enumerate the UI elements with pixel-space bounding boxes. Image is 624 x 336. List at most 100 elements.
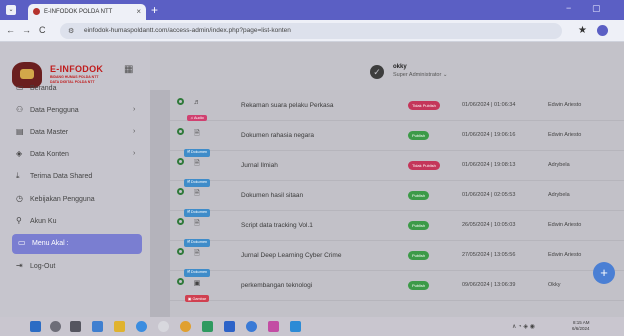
clock-date: 6/6/2024 — [572, 326, 590, 331]
table-row[interactable]: ▣ ▣ Gambar perkembangan teknologi Publish 09… — [170, 272, 624, 302]
status-badge: Publish — [408, 221, 430, 230]
tab-close-icon[interactable]: × — [136, 7, 141, 16]
os-taskbar: ∧ ◔ ◈ ◉ 8:15 AM 6/6/2024 — [0, 317, 624, 336]
status-badge: Publish — [408, 191, 430, 200]
table-row[interactable]: 🗎 🗎 Dokumen Jurnal Deep Learning Cyber Cri… — [170, 242, 624, 277]
sidebar-item-data-master[interactable]: ▤ Data Master › — [0, 123, 150, 143]
add-content-button[interactable]: + — [593, 262, 615, 284]
content-title[interactable]: perkembangan teknologi — [241, 282, 312, 289]
taskbar-clock[interactable]: 8:15 AM 6/6/2024 — [572, 320, 590, 332]
content-list-table: ♬ ♫ Audio Rekaman suara pelaku Perkasa Tida… — [170, 90, 624, 317]
task-view-icon[interactable] — [70, 321, 81, 332]
table-row[interactable]: 🗎 🗎 Dokumen Dokumen rahasia negara Publish 0… — [170, 122, 624, 157]
sidebar-item-data-pengguna[interactable]: ⚇ Data Pengguna › — [0, 101, 150, 121]
browser-tab[interactable]: E-INFODOK POLDA NTT × — [28, 4, 146, 20]
sidebar-item-label: Terima Data Shared — [30, 173, 93, 180]
app-icon-purple[interactable] — [268, 321, 279, 332]
akun-ku-icon: ⚲ — [16, 216, 22, 225]
file-explorer-icon[interactable] — [114, 321, 125, 332]
content-author: Edwin Ariesto — [548, 102, 582, 108]
chevron-right-icon: › — [133, 128, 136, 135]
status-badge: Tidak Publish — [408, 101, 440, 110]
file-type-icon: ▣ — [193, 280, 201, 287]
sidebar-item-akun-ku[interactable]: ⚲ Akun Ku — [0, 212, 150, 232]
content-author: Okky — [548, 282, 561, 288]
content-author: Edwin Ariesto — [548, 222, 582, 228]
sidebar: E-INFODOK BIDANG HUMAS POLDA NTT DATA DI… — [0, 42, 150, 317]
content-date: 27/05/2024 | 13:05:56 — [462, 252, 516, 258]
reload-icon[interactable]: C — [39, 25, 46, 35]
profile-avatar-icon[interactable] — [597, 25, 608, 36]
edge-browser-icon[interactable] — [136, 321, 147, 332]
mail-app-icon[interactable] — [92, 321, 103, 332]
content-type-cell: 🗎 🗎 Dokumen — [182, 189, 212, 217]
app-icon-blue[interactable] — [224, 321, 235, 332]
table-row[interactable]: ♬ ♫ Audio Rekaman suara pelaku Perkasa Tida… — [170, 92, 624, 121]
minimize-button[interactable]: − — [566, 3, 571, 13]
forward-icon[interactable]: → — [22, 25, 31, 35]
tab-title: E-INFODOK POLDA NTT — [44, 9, 113, 15]
content-type-badge: ♫ Audio — [187, 115, 207, 121]
status-badge: Publish — [408, 281, 430, 290]
content-type-cell: 🗎 🗎 Dokumen — [182, 249, 212, 277]
table-row[interactable]: 🗎 🗎 Dokumen Script data tracking Vol.1 Publ… — [170, 212, 624, 247]
system-tray-icons[interactable]: ∧ ◔ ◈ ◉ — [512, 323, 535, 330]
file-type-icon: ♬ — [193, 99, 201, 106]
sidebar-item-label: Log-Out — [30, 263, 56, 270]
table-row[interactable]: 🗎 🗎 Dokumen Dokumen hasil sitaan Publish 01/… — [170, 182, 624, 217]
sidebar-item-log-out[interactable]: ⇥ Log-Out — [0, 257, 150, 277]
sidebar-item-label: Akun Ku — [30, 218, 57, 225]
grid-menu-icon[interactable]: ▦ — [124, 64, 133, 75]
content-date: 01/06/2024 | 19:08:13 — [462, 162, 516, 168]
sidebar-item-label: Beranda — [30, 85, 57, 92]
back-icon[interactable]: ← — [6, 25, 15, 35]
app-icon-round[interactable] — [246, 321, 257, 332]
table-row[interactable]: 🗎 🗎 Dokumen Jurnal Ilmiah Tidak Publish 01/0… — [170, 152, 624, 187]
browser-tab-bar: ⌄ E-INFODOK POLDA NTT × + − ▢ — [0, 0, 624, 20]
file-type-icon: 🗎 — [194, 160, 200, 167]
windows-start-icon[interactable] — [30, 321, 41, 332]
sidebar-item-kebijakan-pengguna[interactable]: ◷ Kebijakan Pengguna — [0, 190, 150, 210]
site-info-icon[interactable]: ⚙ — [68, 27, 74, 35]
maximize-button[interactable]: ▢ — [592, 3, 601, 14]
beranda-icon: ▭ — [16, 83, 24, 92]
content-title[interactable]: Jurnal Deep Learning Cyber Crime — [241, 252, 341, 259]
firefox-browser-icon[interactable] — [180, 321, 191, 332]
sidebar-item-beranda[interactable]: ▭ Beranda — [0, 79, 150, 99]
user-role-dropdown[interactable]: Super Administrator ⌄ — [393, 72, 447, 78]
search-icon[interactable] — [50, 321, 61, 332]
app-icon-photos[interactable] — [290, 321, 301, 332]
content-author: Edwin Ariesto — [548, 252, 582, 258]
content-title[interactable]: Rekaman suara pelaku Perkasa — [241, 102, 334, 109]
favicon-icon — [33, 8, 40, 15]
check-circle-icon: ✓ — [370, 65, 384, 79]
user-name[interactable]: okky — [393, 64, 407, 70]
tab-menu-button[interactable]: ⌄ — [6, 5, 16, 15]
content-author: Edwin Ariesto — [548, 132, 582, 138]
content-type-cell: ▣ ▣ Gambar — [182, 279, 212, 302]
content-type-badge: ▣ Gambar — [184, 295, 210, 302]
content-date: 01/06/2024 | 02:05:53 — [462, 192, 516, 198]
main-content: ✓ okky Super Administrator ⌄ ♬ ♫ Audio Rek… — [150, 42, 624, 317]
content-date: 26/05/2024 | 10:05:03 — [462, 222, 516, 228]
bookmark-star-icon[interactable]: ★ — [578, 25, 587, 36]
sidebar-item-terima-data-shared[interactable]: ⤓ Terima Data Shared — [0, 167, 150, 187]
content-date: 09/06/2024 | 13:06:39 — [462, 282, 516, 288]
brand-name: E-INFODOK — [50, 64, 104, 74]
content-author: Adrybela — [548, 162, 570, 168]
terima-data-shared-icon: ⤓ — [16, 171, 20, 180]
content-title[interactable]: Dokumen hasil sitaan — [241, 192, 303, 199]
app-icon-green[interactable] — [202, 321, 213, 332]
new-tab-button[interactable]: + — [151, 3, 158, 17]
content-title[interactable]: Jurnal Ilmiah — [241, 162, 278, 169]
sidebar-item-data-konten[interactable]: ◈ Data Konten › — [0, 145, 150, 165]
sidebar-item-menu-akal[interactable]: ▭ Menu Akal : — [12, 234, 142, 254]
content-title[interactable]: Script data tracking Vol.1 — [241, 222, 313, 229]
top-header: ✓ okky Super Administrator ⌄ — [150, 42, 624, 90]
chevron-right-icon: › — [133, 106, 136, 113]
content-title[interactable]: Dokumen rahasia negara — [241, 132, 314, 139]
status-badge: Tidak Publish — [408, 161, 440, 170]
file-type-icon: 🗎 — [194, 250, 200, 257]
url-input[interactable]: ⚙ einfodok-humaspoldantt.com/access-admi… — [60, 23, 562, 39]
chrome-browser-icon[interactable] — [158, 321, 169, 332]
